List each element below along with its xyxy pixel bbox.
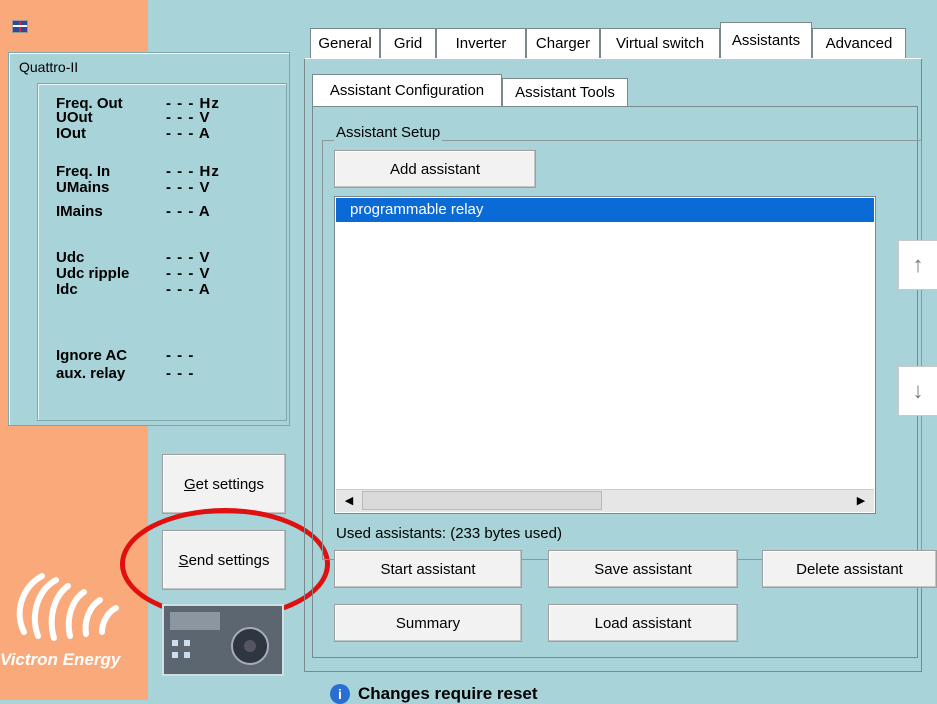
- move-down-icon[interactable]: ↓: [898, 366, 937, 416]
- reading-label: Ignore AC: [56, 347, 128, 364]
- reading-value: - - - A: [166, 125, 211, 142]
- reading-value: - - - V: [166, 249, 211, 266]
- device-status-panel: Quattro-II Freq. Out - - - Hz UOut - - -…: [8, 52, 290, 426]
- reading-value: - - - V: [166, 179, 211, 196]
- send-settings-label: end settings: [188, 551, 270, 569]
- get-settings-accelerator: G: [183, 475, 196, 493]
- get-settings-label: et settings: [195, 475, 265, 493]
- device-panel-icon: [170, 612, 269, 665]
- info-icon: i: [330, 684, 350, 704]
- device-image: [162, 604, 284, 676]
- reading-label: Udc: [56, 249, 85, 266]
- reading-label: IOut: [56, 125, 86, 142]
- tab-advanced[interactable]: Advanced: [812, 28, 906, 58]
- device-name: Quattro-II: [19, 59, 79, 75]
- language-flag-icon[interactable]: [12, 20, 28, 33]
- reading-label: aux. relay: [56, 365, 126, 382]
- reading-label: Freq. In: [56, 163, 111, 180]
- send-settings-accelerator: S: [178, 551, 189, 569]
- tab-general[interactable]: General: [310, 28, 380, 58]
- brand-name: Victron Energy: [0, 650, 121, 669]
- get-settings-button[interactable]: Get settings: [162, 454, 286, 514]
- send-settings-button[interactable]: Send settings: [162, 530, 286, 590]
- tab-assistant-tools[interactable]: Assistant Tools: [502, 78, 628, 106]
- start-assistant-button[interactable]: Start assistant: [334, 550, 522, 588]
- tab-virtual-switch[interactable]: Virtual switch: [600, 28, 720, 58]
- reading-label: UOut: [56, 109, 93, 126]
- summary-button[interactable]: Summary: [334, 604, 522, 642]
- tab-assistant-configuration[interactable]: Assistant Configuration: [312, 74, 502, 106]
- tab-grid[interactable]: Grid: [380, 28, 436, 58]
- reading-value: - - - A: [166, 203, 211, 220]
- device-readings: Freq. Out - - - Hz UOut - - - V IOut - -…: [37, 83, 287, 421]
- add-assistant-button[interactable]: Add assistant: [334, 150, 536, 188]
- victron-logo-icon: [16, 573, 119, 641]
- reading-label: Udc ripple: [56, 265, 130, 282]
- tab-assistants[interactable]: Assistants: [720, 22, 812, 58]
- reading-value: - - - V: [166, 265, 211, 282]
- reading-value: - - - Hz: [166, 163, 220, 180]
- reading-value: - - - A: [166, 281, 211, 298]
- assistant-setup-legend: Assistant Setup: [334, 124, 443, 141]
- list-item-programmable-relay[interactable]: programmable relay: [336, 198, 874, 222]
- reading-label: UMains: [56, 179, 110, 196]
- tab-charger[interactable]: Charger: [526, 28, 600, 58]
- scroll-right-icon[interactable]: ▶: [850, 490, 872, 511]
- used-assistants-label: Used assistants: (233 bytes used): [336, 525, 562, 542]
- reading-label: IMains: [56, 203, 103, 220]
- tab-inverter[interactable]: Inverter: [436, 28, 526, 58]
- reading-label: Idc: [56, 281, 78, 298]
- assistant-list[interactable]: [334, 196, 876, 514]
- save-assistant-button[interactable]: Save assistant: [548, 550, 738, 588]
- reset-notice: Changes require reset: [358, 684, 538, 703]
- reading-value: - - -: [166, 347, 195, 364]
- load-assistant-button[interactable]: Load assistant: [548, 604, 738, 642]
- scrollbar-thumb[interactable]: [362, 491, 602, 510]
- reading-value: - - - V: [166, 109, 211, 126]
- move-up-icon[interactable]: ↑: [898, 240, 937, 290]
- scroll-left-icon[interactable]: ◀: [338, 490, 360, 511]
- reading-value: - - -: [166, 365, 195, 382]
- delete-assistant-button[interactable]: Delete assistant: [762, 550, 937, 588]
